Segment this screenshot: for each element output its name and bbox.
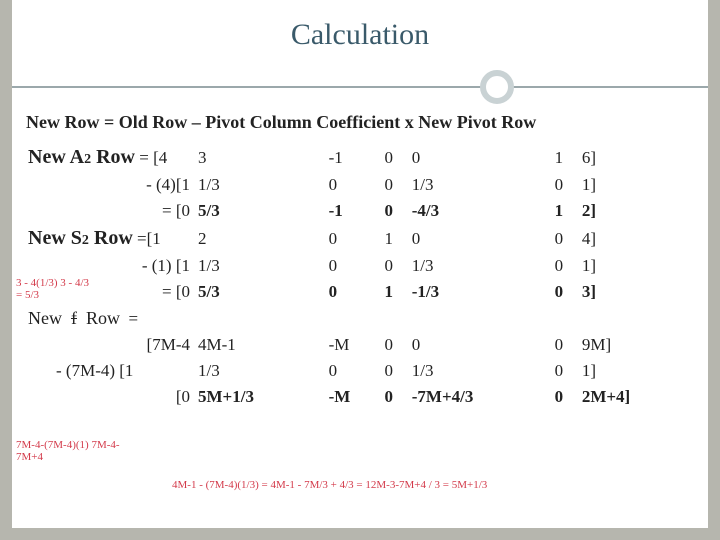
- formula-text: New Row = Old Row – Pivot Column Coeffic…: [26, 112, 694, 133]
- slide: Calculation New Row = Old Row – Pivot Co…: [12, 0, 708, 528]
- content-area: New Row = Old Row – Pivot Column Coeffic…: [12, 106, 708, 410]
- s2-head: New S2 Row: [28, 227, 133, 249]
- f-head: New f Row: [28, 308, 120, 328]
- a2-head: New A2 Row: [28, 146, 135, 168]
- handnote-2: 7M-4-(7M-4)(1) 7M-4-7M+4: [16, 440, 146, 463]
- f-r0-lead: =: [129, 309, 139, 328]
- handnote-3: 4M-1 - (7M-4)(1/3) = 4M-1 - 7M/3 + 4/3 =…: [172, 480, 692, 492]
- f-row-0: New f Row =: [26, 305, 694, 332]
- s2-r2-lead: - (1) [1: [142, 256, 190, 275]
- title-area: Calculation: [12, 0, 708, 106]
- f-r2-lead: - (7M-4) [1: [56, 361, 133, 380]
- s2-row-2: - (1) [1 1/3 0 0 1/3 0 1]: [26, 253, 694, 279]
- f-row-3: [0 5M+1/3 -M 0 -7M+4/3 0 2M+4]: [26, 384, 694, 410]
- a2-r2-lead: - (4)[1: [146, 175, 190, 194]
- a2-r3-lead: = [0: [162, 201, 190, 220]
- slide-title: Calculation: [12, 18, 708, 52]
- a2-row-3: = [0 5/3 -1 0 -4/3 1 2]: [26, 198, 694, 224]
- f-r3-lead: [0: [176, 387, 190, 406]
- f-row-2: - (7M-4) [1 1/3 0 0 1/3 0 1]: [26, 358, 694, 384]
- a2-row-1: New A2 Row = [4 3 -1 0 0 1 6]: [26, 143, 694, 172]
- f-r1-lead: [7M-4: [147, 335, 190, 354]
- a2-r1-lead: = [4: [139, 148, 167, 167]
- s2-r1-lead: =[1: [137, 229, 161, 248]
- title-rule: [12, 70, 708, 106]
- s2-row-3: = [0 5/3 0 1 -1/3 0 3]: [26, 279, 694, 305]
- a2-row-2: - (4)[1 1/3 0 0 1/3 0 1]: [26, 172, 694, 198]
- f-row-1: [7M-4 4M-1 -M 0 0 0 9M]: [26, 332, 694, 358]
- s2-row-1: New S2 Row =[1 2 0 1 0 0 4]: [26, 224, 694, 253]
- s2-r3-lead: = [0: [162, 282, 190, 301]
- rule-circle-icon: [480, 70, 514, 104]
- calc-table: New A2 Row = [4 3 -1 0 0 1 6] - (4)[1 1/…: [26, 143, 694, 410]
- rule-line: [12, 86, 708, 88]
